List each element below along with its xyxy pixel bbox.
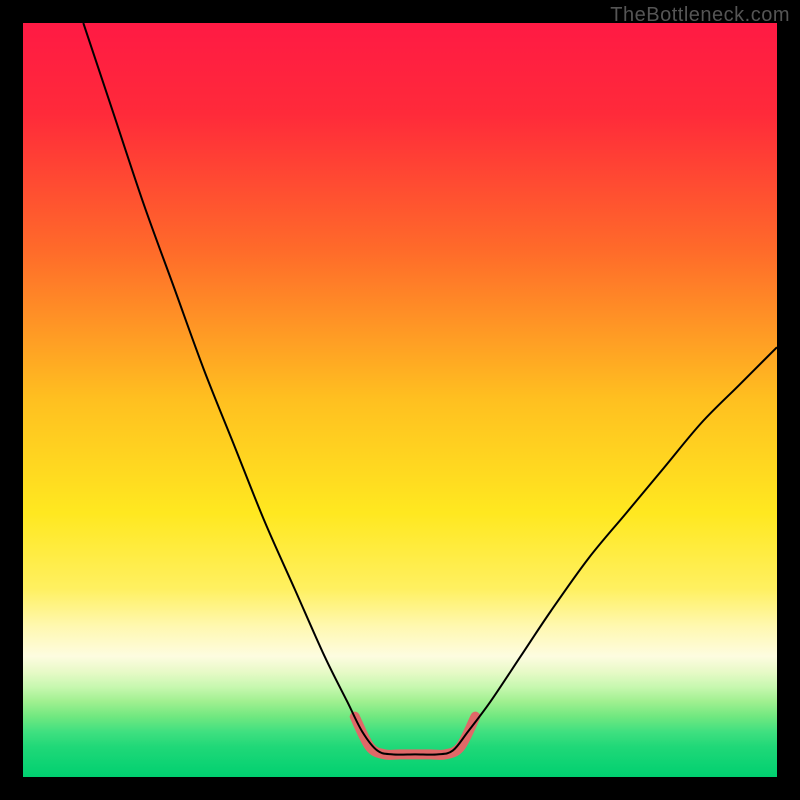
optimal-zone-line (355, 717, 476, 755)
bottleneck-curve-line (83, 23, 777, 755)
chart-plot-area (23, 23, 777, 777)
chart-lines-overlay (23, 23, 777, 777)
